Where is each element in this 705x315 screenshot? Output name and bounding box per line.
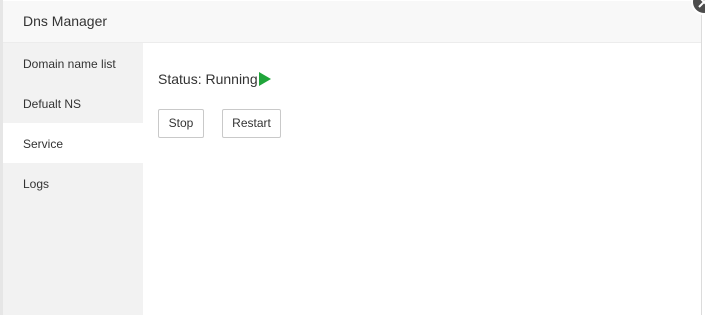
stop-button[interactable]: Stop (158, 109, 204, 138)
dns-manager-dialog: Dns Manager Domain name list Defualt NS … (3, 0, 705, 315)
sidebar-item-label: Logs (23, 177, 50, 191)
sidebar-item-logs[interactable]: Logs (3, 163, 143, 203)
sidebar-item-label: Defualt NS (23, 97, 82, 111)
sidebar-item-label: Domain name list (23, 57, 116, 71)
sidebar-item-domain-name-list[interactable]: Domain name list (3, 43, 143, 83)
service-panel: Status: Running Stop Restart (143, 43, 701, 315)
sidebar-item-label: Service (23, 137, 64, 151)
service-status: Status: Running (158, 71, 258, 87)
restart-button[interactable]: Restart (222, 109, 281, 138)
sidebar-item-service[interactable]: Service (3, 123, 143, 163)
dialog-title: Dns Manager (23, 13, 108, 29)
play-icon (259, 72, 271, 91)
sidebar-item-default-ns[interactable]: Defualt NS (3, 83, 143, 123)
sidebar: Domain name list Defualt NS Service Logs (3, 43, 143, 315)
dialog-titlebar: Dns Manager (3, 1, 701, 43)
